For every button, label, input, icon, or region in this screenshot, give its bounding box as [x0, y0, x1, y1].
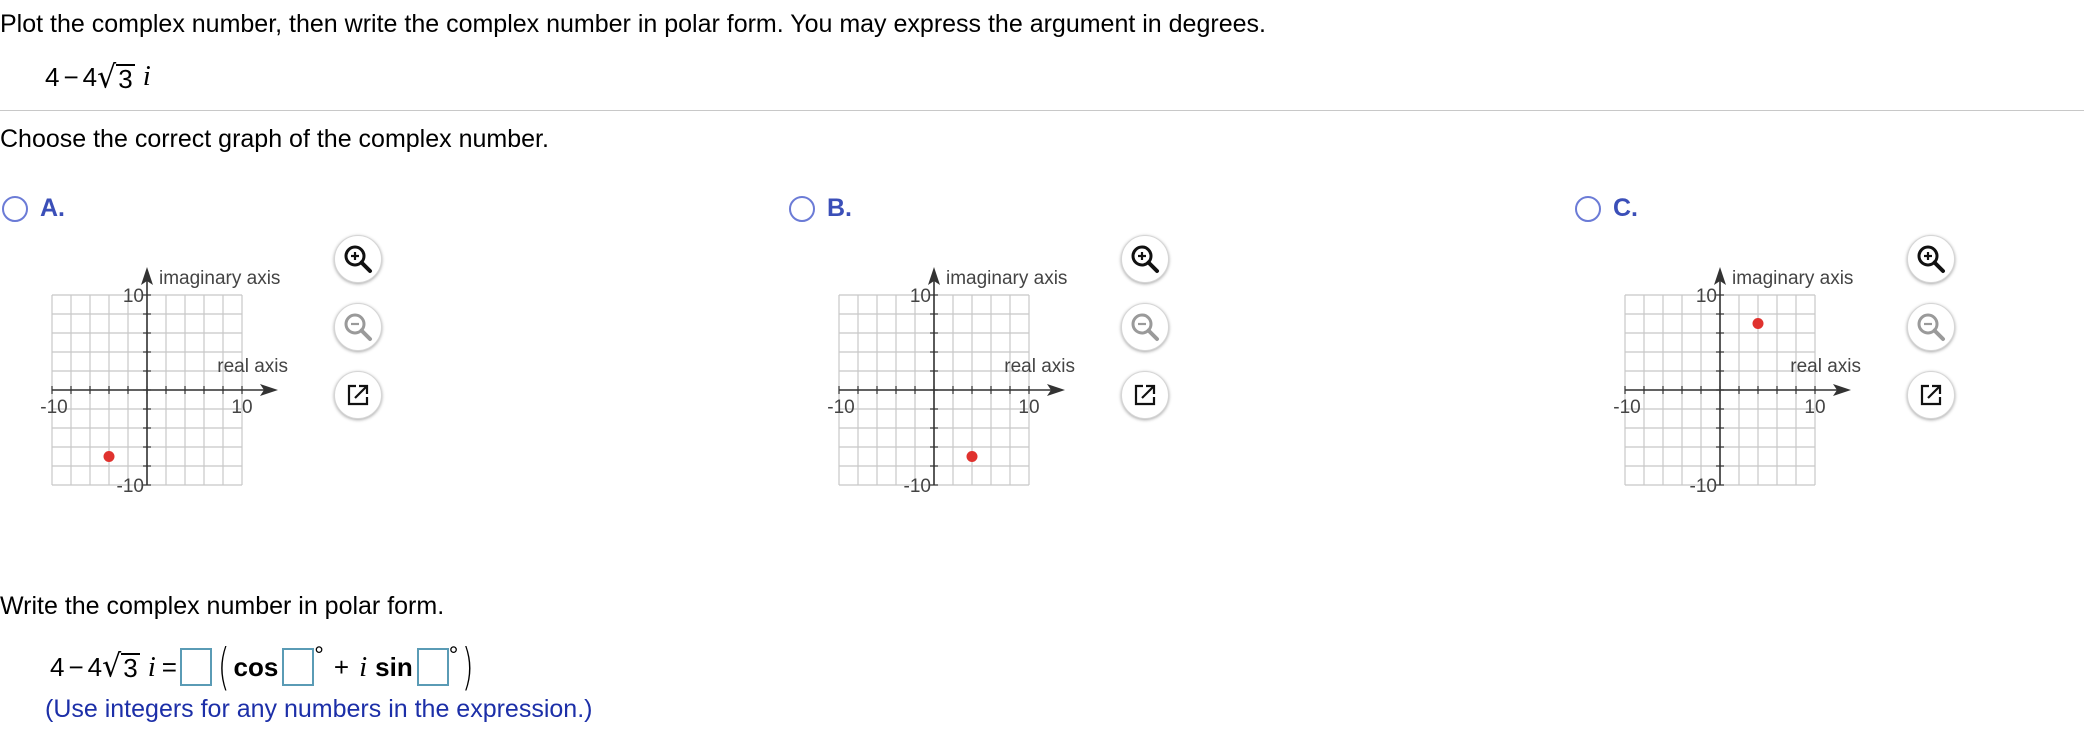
choice-a-label: A. — [40, 194, 65, 222]
choice-b[interactable]: B. — [789, 194, 852, 223]
zoom-in-button-c[interactable] — [1907, 235, 1955, 283]
cos-label: cos — [233, 651, 279, 682]
graph-b: imaginary axis real axis -10 10 10 -10 — [827, 267, 1075, 497]
zoom-out-icon — [1129, 311, 1161, 343]
y-tick-label-neg: -10 — [117, 476, 144, 497]
real-axis-label: real axis — [1790, 356, 1861, 377]
choice-c[interactable]: C. — [1575, 194, 1638, 223]
section-divider — [0, 110, 2084, 111]
x-tick-label-neg: -10 — [40, 397, 67, 418]
modulus-input[interactable] — [179, 648, 212, 686]
zoom-out-button-c[interactable] — [1907, 303, 1955, 351]
answer-hint: (Use integers for any numbers in the exp… — [45, 695, 593, 723]
data-point — [1752, 318, 1764, 329]
x-tick-label-neg: -10 — [827, 397, 854, 418]
data-point — [103, 451, 115, 462]
complex-number-expression: 4 − 4 √ 3 i — [45, 59, 151, 96]
zoom-out-button-b[interactable] — [1121, 303, 1169, 351]
x-tick-label-pos: 10 — [231, 397, 252, 418]
question-instruction: Plot the complex number, then write the … — [0, 10, 1266, 38]
choice-b-radio[interactable] — [789, 195, 815, 222]
y-tick-label-neg: -10 — [1690, 476, 1717, 497]
popout-icon — [1131, 381, 1159, 409]
real-axis-label: real axis — [217, 356, 288, 377]
zoom-out-icon — [1915, 311, 1947, 343]
y-tick-label-pos: 10 — [910, 286, 931, 307]
zoom-in-icon — [1129, 243, 1161, 275]
zoom-in-button-b[interactable] — [1121, 235, 1169, 283]
y-tick-label-pos: 10 — [1696, 286, 1717, 307]
graph-prompt: Choose the correct graph of the complex … — [0, 125, 549, 153]
imaginary-axis-label: imaginary axis — [946, 268, 1067, 289]
real-axis-label: real axis — [1004, 356, 1075, 377]
x-tick-label-pos: 10 — [1804, 397, 1825, 418]
graph-c: imaginary axis real axis -10 10 10 -10 — [1613, 267, 1861, 497]
y-tick-label-neg: -10 — [904, 476, 931, 497]
zoom-out-icon — [342, 311, 374, 343]
popout-icon — [344, 381, 372, 409]
sin-label: sin — [375, 651, 413, 682]
popout-button-b[interactable] — [1121, 371, 1169, 419]
popout-button-a[interactable] — [334, 371, 382, 419]
imaginary-axis-label: imaginary axis — [1732, 268, 1853, 289]
x-tick-label-pos: 10 — [1018, 397, 1039, 418]
zoom-in-icon — [342, 243, 374, 275]
choice-a-radio[interactable] — [2, 195, 28, 222]
data-point — [966, 451, 978, 462]
choice-b-label: B. — [827, 194, 852, 222]
choice-c-label: C. — [1613, 194, 1638, 222]
polar-form-answer-row: 4 − 4 √ 3 i = ( cos ° + i sin ° ) — [50, 638, 474, 696]
popout-button-c[interactable] — [1907, 371, 1955, 419]
zoom-out-button-a[interactable] — [334, 303, 382, 351]
cos-angle-input[interactable] — [282, 648, 315, 686]
polar-form-prompt: Write the complex number in polar form. — [0, 592, 445, 620]
y-tick-label-pos: 10 — [123, 286, 144, 307]
zoom-in-icon — [1915, 243, 1947, 275]
graph-a: imaginary axis real axis -10 10 10 -10 — [40, 267, 288, 497]
zoom-in-button-a[interactable] — [334, 235, 382, 283]
choice-a[interactable]: A. — [2, 194, 65, 223]
choice-c-radio[interactable] — [1575, 195, 1601, 222]
x-tick-label-neg: -10 — [1613, 397, 1640, 418]
sin-angle-input[interactable] — [416, 648, 449, 686]
popout-icon — [1917, 381, 1945, 409]
imaginary-axis-label: imaginary axis — [159, 268, 280, 289]
